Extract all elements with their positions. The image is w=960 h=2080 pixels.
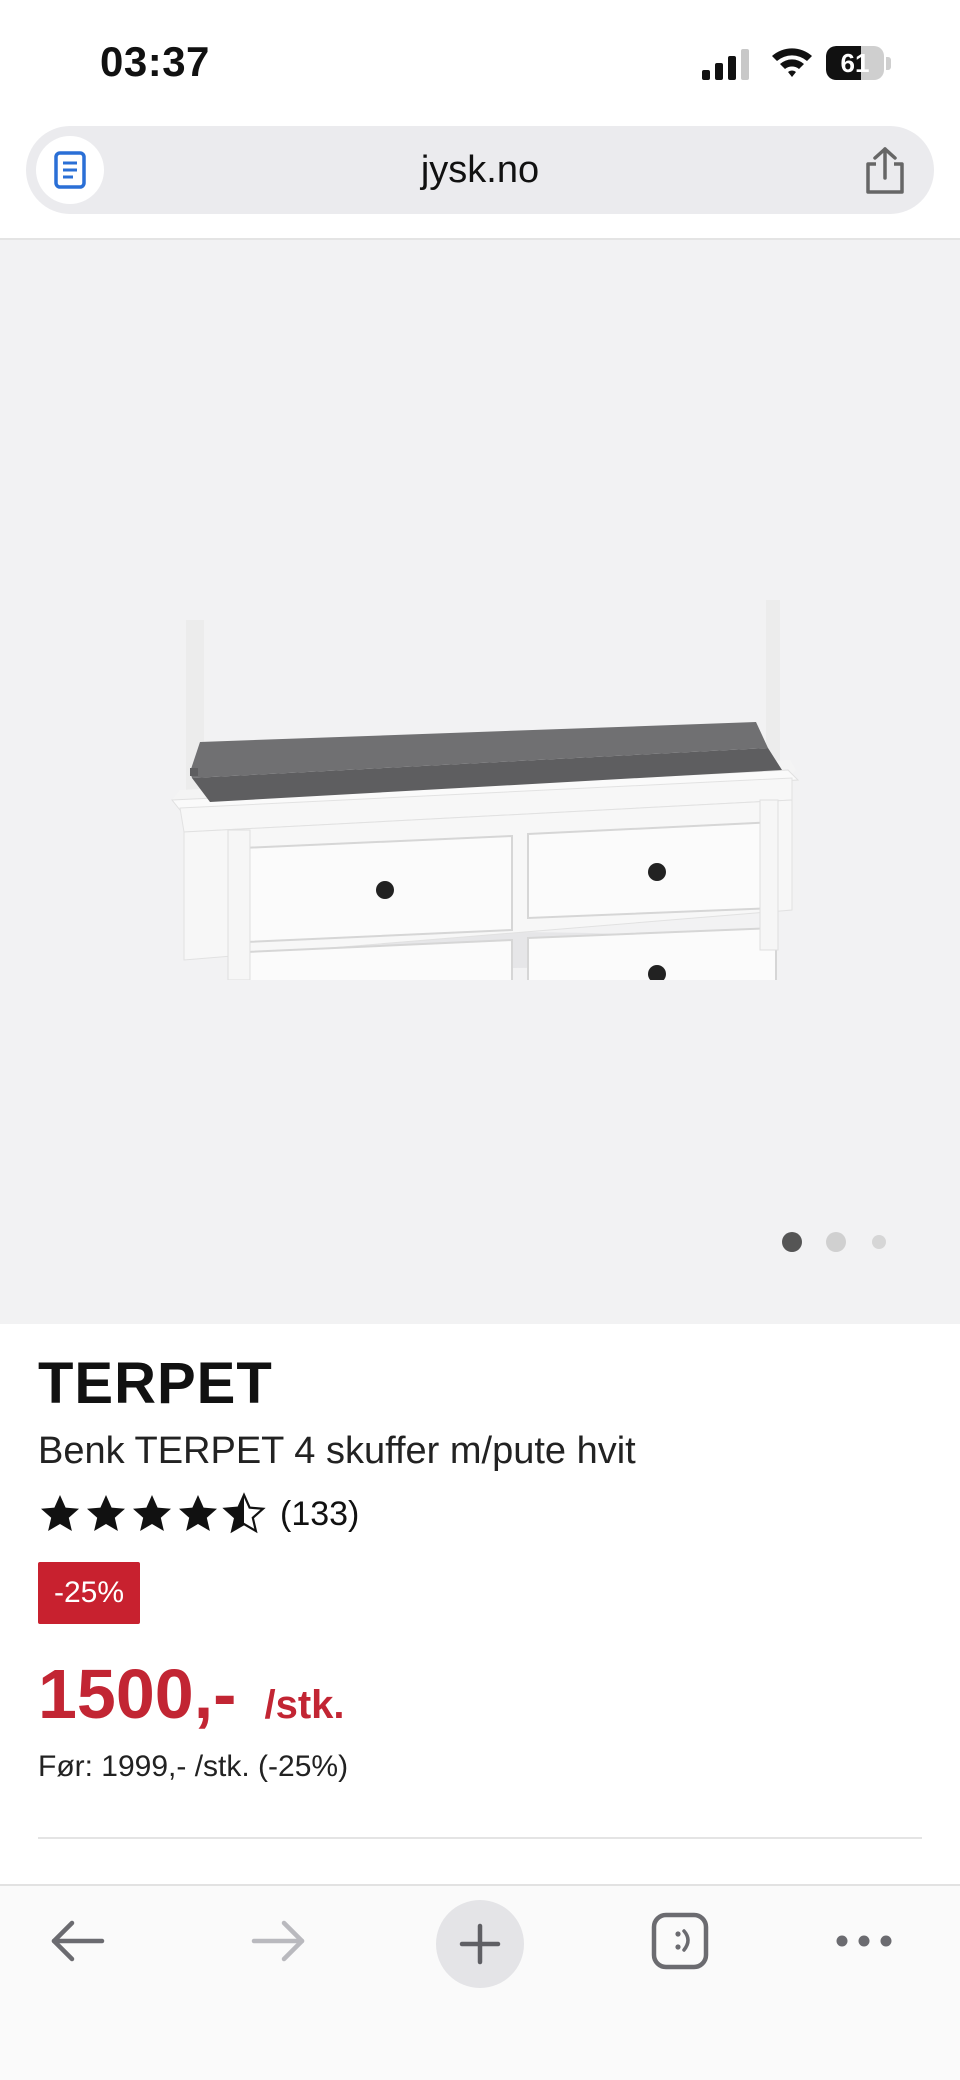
- price-unit: /stk.: [264, 1683, 345, 1727]
- star-filled-icon: [41, 1495, 79, 1531]
- back-button[interactable]: [28, 1886, 128, 1996]
- product-brand: TERPET: [38, 1351, 273, 1416]
- plus-icon: [459, 1923, 501, 1965]
- review-count[interactable]: (133): [280, 1495, 359, 1534]
- status-bar: 03:37 61: [0, 0, 960, 120]
- forward-button[interactable]: [228, 1886, 328, 1996]
- reader-button[interactable]: [36, 136, 104, 204]
- cellular-signal-icon: [702, 49, 749, 80]
- gallery-pagination[interactable]: [780, 1230, 900, 1254]
- product-rating[interactable]: (133): [38, 1492, 359, 1536]
- discount-badge: -25%: [38, 1562, 141, 1624]
- previous-price: Før: 1999,- /stk. (-25%): [38, 1750, 349, 1783]
- tabs-icon: [651, 1912, 709, 1970]
- section-divider: [38, 1837, 922, 1839]
- browser-toolbar: [0, 1884, 960, 2080]
- star-filled-icon: [133, 1495, 171, 1531]
- more-icon: [836, 1935, 892, 1947]
- rating-stars: [38, 1492, 266, 1536]
- reader-icon: [54, 151, 86, 189]
- new-tab-button[interactable]: [436, 1900, 524, 1988]
- address-bar[interactable]: jysk.no: [26, 126, 934, 214]
- product-name: Benk TERPET 4 skuffer m/pute hvit: [38, 1430, 636, 1472]
- star-filled-icon: [87, 1495, 125, 1531]
- battery-percent: 61: [840, 48, 870, 78]
- url-text[interactable]: jysk.no: [26, 126, 934, 214]
- gallery-dot-2[interactable]: [826, 1232, 846, 1252]
- back-arrow-icon: [51, 1920, 105, 1962]
- battery-icon: 61: [826, 46, 894, 82]
- status-time: 03:37: [100, 38, 210, 85]
- star-half-icon: [222, 1492, 266, 1534]
- tabs-button[interactable]: [630, 1886, 730, 1996]
- share-icon[interactable]: [862, 146, 908, 196]
- bench-drawers-cushion-image: [170, 600, 800, 980]
- more-button[interactable]: [814, 1886, 914, 1996]
- product-image-gallery[interactable]: [0, 240, 960, 1324]
- current-price: 1500,-: [38, 1655, 237, 1733]
- gallery-dot-3[interactable]: [872, 1235, 886, 1249]
- price-row: 1500,- /stk.: [38, 1654, 345, 1734]
- forward-arrow-icon: [251, 1920, 305, 1962]
- wifi-icon: [772, 48, 812, 77]
- star-filled-icon: [179, 1495, 217, 1531]
- gallery-dot-1[interactable]: [782, 1232, 802, 1252]
